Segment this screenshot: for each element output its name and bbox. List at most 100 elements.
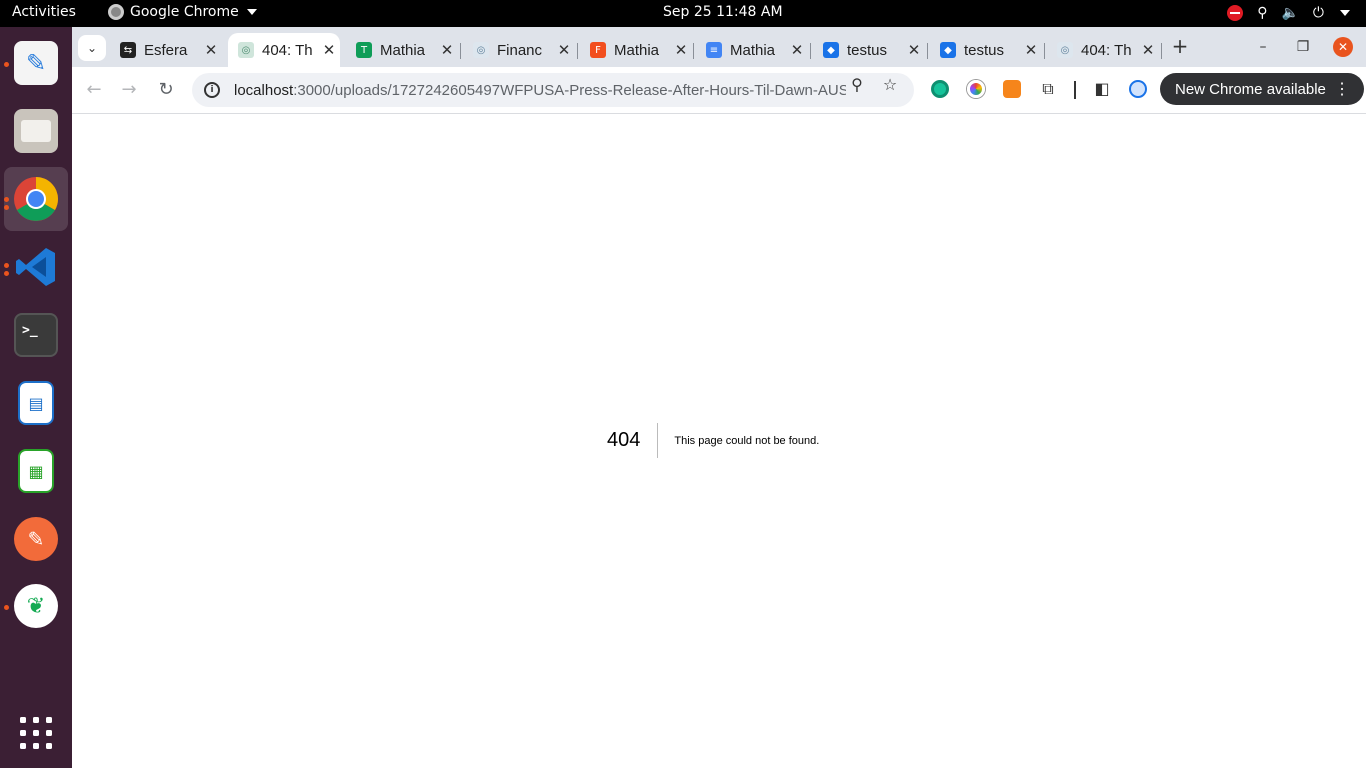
writer-icon: ▤ bbox=[18, 381, 54, 425]
dock-mongodb-compass[interactable]: ❦ bbox=[4, 574, 68, 638]
dock: ✎ >_ ▤ ▦ ✎ ❦ bbox=[0, 27, 72, 768]
reload-button[interactable]: ↻ bbox=[155, 79, 177, 101]
toolbar-separator bbox=[1074, 81, 1076, 99]
system-top-bar: Activities Google Chrome Sep 25 11:48 AM… bbox=[0, 0, 1366, 27]
close-icon[interactable]: ✕ bbox=[903, 41, 925, 59]
chevron-down-icon[interactable] bbox=[1340, 10, 1350, 16]
tab[interactable]: F Mathia ✕ bbox=[580, 33, 692, 67]
clock[interactable]: Sep 25 11:48 AM bbox=[663, 4, 783, 20]
close-icon[interactable]: ✕ bbox=[1020, 41, 1042, 59]
app-menu[interactable]: Google Chrome bbox=[108, 4, 257, 20]
tab-title: testus bbox=[964, 41, 1005, 59]
url-path: :3000/uploads/1727242605497WFPUSA-Press-… bbox=[293, 81, 846, 99]
activities-button[interactable]: Activities bbox=[12, 4, 76, 20]
tab-title: testus bbox=[847, 41, 888, 59]
profile-avatar-icon[interactable] bbox=[1129, 80, 1147, 98]
dock-postman[interactable]: ✎ bbox=[4, 507, 68, 571]
system-tray[interactable]: ⚲ 🔈 ⏻ bbox=[1227, 4, 1350, 22]
error-code: 404 bbox=[607, 423, 659, 458]
tab[interactable]: ◎ Financ ✕ bbox=[463, 33, 575, 67]
page-content: 404 This page could not be found. bbox=[72, 115, 1366, 768]
dock-libreoffice-calc[interactable]: ▦ bbox=[4, 439, 68, 503]
tab-strip: ⌄ ⇆ Esfera ✕ ◎ 404: Th ✕ T Mathia ✕ ◎ Fi… bbox=[72, 27, 1366, 67]
running-indicator bbox=[4, 263, 9, 268]
tab[interactable]: ≡ Mathia ✕ bbox=[696, 33, 808, 67]
minimize-button[interactable]: – bbox=[1253, 37, 1273, 57]
more-vert-icon[interactable]: ⋮ bbox=[1334, 79, 1350, 99]
tab[interactable]: ◆ testus ✕ bbox=[813, 33, 925, 67]
dock-libreoffice-writer[interactable]: ▤ bbox=[4, 371, 68, 435]
sheets-favicon-icon: T bbox=[356, 42, 372, 58]
address-bar[interactable]: i localhost:3000/uploads/1727242605497WF… bbox=[192, 73, 914, 107]
network-icon[interactable]: ⚲ bbox=[1257, 4, 1267, 22]
do-not-disturb-icon[interactable] bbox=[1227, 5, 1244, 21]
tab-separator bbox=[810, 43, 811, 59]
not-found-message: 404 This page could not be found. bbox=[607, 423, 819, 458]
tab[interactable]: ◎ 404: Th ✕ bbox=[1047, 33, 1159, 67]
extensions-puzzle-icon[interactable]: ⧉ bbox=[1038, 79, 1058, 99]
metamask-extension-icon[interactable] bbox=[1003, 80, 1021, 98]
close-icon[interactable]: ✕ bbox=[553, 41, 575, 59]
tab[interactable]: ◆ testus ✕ bbox=[930, 33, 1042, 67]
close-window-button[interactable]: ✕ bbox=[1333, 37, 1353, 57]
dock-google-chrome[interactable] bbox=[4, 167, 68, 231]
close-icon[interactable]: ✕ bbox=[786, 41, 808, 59]
tab-separator bbox=[1044, 43, 1045, 59]
url-text[interactable]: localhost:3000/uploads/1727242605497WFPU… bbox=[234, 82, 846, 99]
tab-title: 404: Th bbox=[1081, 41, 1132, 59]
tab-title: Esfera bbox=[144, 41, 188, 59]
tab[interactable]: T Mathia ✕ bbox=[346, 33, 458, 67]
tab-separator bbox=[1161, 43, 1162, 59]
running-indicator bbox=[4, 605, 9, 610]
tab[interactable]: ⇆ Esfera ✕ bbox=[110, 33, 222, 67]
app-grid-icon bbox=[20, 717, 52, 749]
text-editor-icon: ✎ bbox=[14, 41, 58, 85]
tab-active[interactable]: ◎ 404: Th ✕ bbox=[228, 33, 340, 67]
app-menu-label: Google Chrome bbox=[130, 4, 239, 20]
color-extension-icon[interactable] bbox=[967, 80, 985, 98]
new-chrome-available-button[interactable]: New Chrome available ⋮ bbox=[1160, 73, 1364, 105]
figma-favicon-icon: F bbox=[590, 42, 606, 58]
show-applications-button[interactable] bbox=[4, 701, 68, 765]
side-panel-icon[interactable]: ◧ bbox=[1092, 79, 1112, 99]
zoom-icon[interactable]: ⚲ bbox=[847, 75, 867, 95]
site-info-icon[interactable]: i bbox=[204, 82, 220, 98]
chevron-down-icon bbox=[246, 9, 257, 15]
running-indicator bbox=[4, 205, 9, 210]
volume-icon[interactable]: 🔈 bbox=[1281, 4, 1298, 22]
power-icon[interactable]: ⏻ bbox=[1313, 4, 1324, 22]
close-icon[interactable]: ✕ bbox=[1137, 41, 1159, 59]
calc-icon: ▦ bbox=[18, 449, 54, 493]
maximize-button[interactable]: ❐ bbox=[1293, 37, 1313, 57]
tab-title: Mathia bbox=[730, 41, 776, 59]
dock-text-editor[interactable]: ✎ bbox=[4, 31, 68, 95]
dock-vscode[interactable] bbox=[4, 235, 68, 299]
running-indicator bbox=[4, 62, 9, 67]
vscode-icon bbox=[16, 248, 55, 286]
tab-separator bbox=[460, 43, 461, 59]
postman-icon: ✎ bbox=[14, 517, 58, 561]
back-button[interactable]: ← bbox=[83, 79, 105, 101]
tab-search-button[interactable]: ⌄ bbox=[78, 35, 106, 61]
dock-terminal[interactable]: >_ bbox=[4, 303, 68, 367]
new-tab-button[interactable]: + bbox=[1168, 35, 1192, 59]
grammarly-extension-icon[interactable] bbox=[931, 80, 949, 98]
close-icon[interactable]: ✕ bbox=[670, 41, 692, 59]
shield-favicon-icon: ◆ bbox=[823, 42, 839, 58]
bookmark-star-icon[interactable]: ☆ bbox=[880, 75, 900, 95]
globe-favicon-icon: ◎ bbox=[1057, 42, 1073, 58]
tab-title: Mathia bbox=[380, 41, 426, 59]
error-message: This page could not be found. bbox=[674, 434, 820, 447]
dock-files[interactable] bbox=[4, 99, 68, 163]
forward-button[interactable]: → bbox=[118, 79, 140, 101]
docs-favicon-icon: ≡ bbox=[706, 42, 722, 58]
chrome-icon bbox=[14, 177, 58, 221]
chrome-icon bbox=[108, 4, 124, 20]
close-icon[interactable]: ✕ bbox=[436, 41, 458, 59]
tab-title: Financ bbox=[497, 41, 543, 59]
close-icon[interactable]: ✕ bbox=[318, 41, 340, 59]
esfera-favicon-icon: ⇆ bbox=[120, 42, 136, 58]
close-icon[interactable]: ✕ bbox=[200, 41, 222, 59]
tab-separator bbox=[927, 43, 928, 59]
tab-separator bbox=[577, 43, 578, 59]
